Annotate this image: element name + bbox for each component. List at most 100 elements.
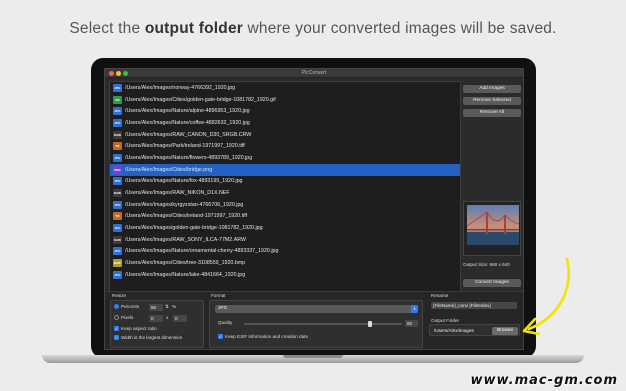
yellow-annotation-arrow	[522, 257, 570, 336]
file-type-icon: RAW	[113, 235, 122, 244]
file-path: /Users/Alex/Images/Cities/ireland-197199…	[125, 213, 248, 220]
convert-images-button[interactable]: Convert Images	[463, 279, 521, 287]
pixels-radio[interactable]	[114, 315, 119, 321]
keep-exif-label: Keep EXIF information and creation date	[225, 334, 308, 339]
percent-stepper[interactable]: ⇅	[165, 304, 169, 310]
file-list-row[interactable]: TIF/Users/Alex/Images/Cities/ireland-197…	[110, 211, 460, 223]
pixel-width-input[interactable]: 0	[149, 315, 163, 322]
file-list-row[interactable]: JPG/Users/Alex/Images/Nature/flowers-489…	[110, 152, 460, 164]
quality-input[interactable]: 80	[405, 320, 418, 327]
percents-label: Percents	[121, 304, 140, 309]
image-preview	[463, 201, 521, 256]
file-type-icon: RAW	[113, 189, 122, 198]
file-list-row[interactable]: BMP/Users/Alex/Images/Cities/tree-310855…	[110, 257, 460, 269]
keep-aspect-option[interactable]: ✓ Keep aspect ratio	[114, 326, 157, 332]
file-list-row[interactable]: JPG/Users/Alex/Images/golden-gate-bridge…	[110, 222, 460, 234]
resize-title: Resize	[112, 293, 127, 298]
quality-label: Quality	[218, 320, 233, 325]
file-type-icon: JPG	[113, 247, 122, 256]
file-type-icon: JPG	[113, 118, 122, 127]
quality-slider-thumb[interactable]	[368, 321, 373, 327]
format-group: JPG ⇕ Quality 80 ✓ Keep EXIF information …	[209, 300, 423, 348]
title-bar: PicConvert	[105, 69, 523, 78]
file-list-row[interactable]: JPG/Users/Alex/Images/Nature/lake-484166…	[110, 269, 460, 281]
file-type-icon: BMP	[113, 259, 122, 268]
file-list-row[interactable]: RAW/Users/Alex/Images/RAW_NIKON_D1X.NEF	[110, 187, 460, 199]
file-path: /Users/Alex/Images/Nature/ornamental-che…	[125, 248, 279, 255]
bridge-preview-image	[466, 205, 520, 245]
file-path: /Users/Alex/Images/Nature/alpine-4896953…	[125, 108, 250, 115]
zoom-window-button[interactable]	[123, 71, 128, 76]
output-size-label: Output Size: 960 x 640	[463, 262, 510, 267]
file-type-icon: JPG	[113, 153, 122, 162]
pixels-option[interactable]: Pixels	[114, 315, 133, 321]
file-type-icon: JPG	[113, 107, 122, 116]
file-path: /Users/Alex/Images/norway-4766392_1920.j…	[125, 84, 236, 91]
quality-slider[interactable]	[244, 323, 402, 325]
format-title: Format	[211, 293, 226, 298]
percents-radio[interactable]	[114, 304, 119, 310]
keep-exif-checkbox[interactable]: ✓	[218, 334, 223, 340]
options-panel: Resize Percents 50 ⇅ % Pixels 0 x 0 ✓ Kee…	[105, 291, 523, 349]
remove-selected-button[interactable]: Remove Selected	[463, 97, 521, 105]
file-list-row[interactable]: RAW/Users/Alex/Images/RAW_SONY_ILCA-77M2…	[110, 234, 460, 246]
rename-pattern-input[interactable]: {FileName}_conv {FileIndex}	[431, 302, 517, 309]
file-list-row[interactable]: JPG/Users/Alex/Images/Nature/ornamental-…	[110, 246, 460, 258]
file-list-row[interactable]: JPG/Users/Alex/Images/norway-4766392_192…	[110, 82, 460, 94]
file-type-icon: TIF	[113, 212, 122, 221]
pixel-height-input[interactable]: 0	[173, 315, 187, 322]
app-window: PicConvert JPG/Users/Alex/Images/norway-…	[104, 68, 524, 350]
headline-prefix: Select the	[69, 20, 145, 37]
file-path: /Users/Alex/Images/RAW_CANON_D30_SRGB.CR…	[125, 131, 252, 138]
laptop-notch	[283, 355, 343, 358]
file-list-row[interactable]: JPG/Users/Alex/Images/Nature/coffee-4882…	[110, 117, 460, 129]
width-largest-option[interactable]: ✓ Width is the largest dimension	[114, 335, 183, 341]
headline-bold: output folder	[144, 20, 244, 37]
close-window-button[interactable]	[109, 71, 114, 76]
keep-aspect-checkbox[interactable]: ✓	[114, 326, 119, 332]
file-path: /Users/Alex/Images/Nature/fox-4893199_19…	[125, 178, 243, 185]
laptop-base	[42, 355, 584, 363]
percent-unit: %	[172, 304, 177, 309]
file-type-icon: PNG	[113, 165, 122, 174]
output-folder-group: /Users/Alex/Images Browse	[429, 324, 520, 336]
width-largest-checkbox[interactable]: ✓	[114, 335, 119, 341]
pixel-x-label: x	[166, 315, 169, 320]
file-path: /Users/Alex/Images/kyrgyzstan-4766706_19…	[125, 201, 244, 208]
file-list-row[interactable]: PNG/Users/Alex/Images/Cities/bridge.png	[110, 163, 460, 176]
file-list-row[interactable]: JPG/Users/Alex/Images/Nature/alpine-4896…	[110, 105, 460, 117]
headline: Select the output folder where your conv…	[0, 20, 626, 38]
file-path: /Users/Alex/Images/Nature/coffee-4882632…	[125, 119, 250, 126]
file-list-row[interactable]: RAW/Users/Alex/Images/RAW_CANON_D30_SRGB…	[110, 129, 460, 141]
format-select[interactable]: JPG ⇕	[215, 305, 418, 313]
file-path: /Users/Alex/Images/Cities/golden-gate-br…	[125, 96, 276, 103]
file-list-row[interactable]: JPG/Users/Alex/Images/kyrgyzstan-4766706…	[110, 199, 460, 211]
file-list-row[interactable]: TIF/Users/Alex/Images/Park/ireland-19719…	[110, 140, 460, 152]
file-path: /Users/Alex/Images/RAW_NIKON_D1X.NEF	[125, 190, 230, 197]
format-selected-value: JPG	[218, 306, 228, 311]
file-path: /Users/Alex/Images/Cities/bridge.png	[125, 166, 213, 173]
headline-suffix: where your converted images will be save…	[243, 20, 557, 37]
file-list-row[interactable]: GIF/Users/Alex/Images/Cities/golden-gate…	[110, 94, 460, 106]
resize-group: Percents 50 ⇅ % Pixels 0 x 0 ✓ Keep aspec…	[110, 300, 204, 348]
percent-input[interactable]: 50	[149, 304, 163, 311]
percents-option[interactable]: Percents	[114, 304, 140, 310]
file-path: /Users/Alex/Images/Cities/tree-3108559_1…	[125, 260, 246, 267]
file-path: /Users/Alex/Images/Nature/flowers-489378…	[125, 154, 253, 161]
keep-aspect-label: Keep aspect ratio	[121, 326, 157, 331]
output-folder-path: /Users/Alex/Images	[434, 328, 474, 333]
add-images-button[interactable]: Add Images	[463, 85, 521, 93]
width-largest-label: Width is the largest dimension	[121, 335, 183, 340]
file-type-icon: JPG	[113, 270, 122, 279]
window-title: PicConvert	[301, 70, 327, 76]
file-type-icon: JPG	[113, 177, 122, 186]
file-type-icon: JPG	[113, 224, 122, 233]
minimize-window-button[interactable]	[116, 71, 121, 76]
keep-exif-option[interactable]: ✓ Keep EXIF information and creation date	[218, 334, 308, 340]
file-path: /Users/Alex/Images/Park/ireland-1971997_…	[125, 143, 245, 150]
file-list-row[interactable]: JPG/Users/Alex/Images/Nature/fox-4893199…	[110, 176, 460, 188]
file-type-icon: JPG	[113, 200, 122, 209]
rename-title: Rename	[431, 293, 449, 298]
watermark-text: www.mac-gm.com	[470, 373, 618, 388]
remove-all-button[interactable]: Remove All	[463, 109, 521, 117]
